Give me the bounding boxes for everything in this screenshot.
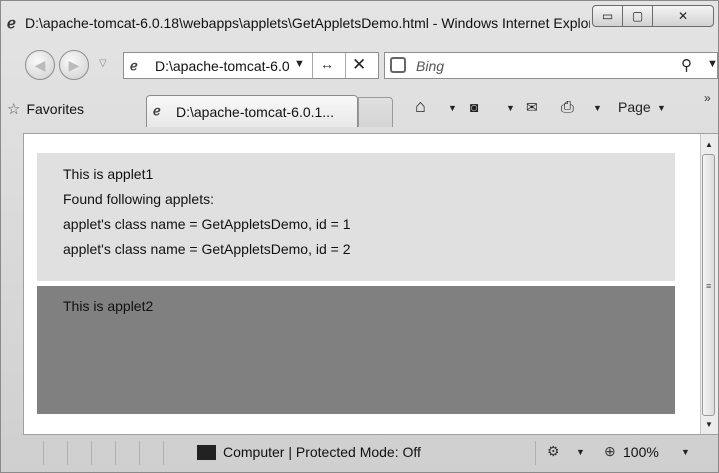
computer-zone-icon xyxy=(197,445,216,460)
recent-pages-dropdown[interactable]: ▽ xyxy=(99,58,107,69)
page-menu-button[interactable]: Page xyxy=(618,99,651,115)
forward-arrow-icon: ▶ xyxy=(68,56,80,73)
print-dropdown-icon[interactable]: ▼ xyxy=(593,103,602,113)
search-options-icon[interactable]: ▼ xyxy=(707,58,718,70)
feeds-dropdown-icon[interactable]: ▼ xyxy=(506,103,515,113)
toolbar-overflow-icon[interactable]: » xyxy=(704,91,711,105)
applet1-line: applet's class name = GetAppletsDemo, id… xyxy=(63,216,351,232)
home-dropdown-icon[interactable]: ▼ xyxy=(448,103,457,113)
ie-logo-icon: ℯ xyxy=(7,15,16,32)
status-bar: Computer | Protected Mode: Off ⚙ ▼ ⊕ 100… xyxy=(1,437,718,472)
feeds-icon[interactable]: ◙ xyxy=(470,99,478,115)
scrollbar-thumb[interactable]: ≡ xyxy=(702,154,715,416)
address-bar[interactable]: ℯ D:\apache-tomcat-6.0.18\webapps\applet… xyxy=(123,52,379,79)
address-divider xyxy=(312,53,313,78)
stop-icon[interactable]: ✕ xyxy=(352,55,366,75)
page-content: This is applet1 Found following applets:… xyxy=(23,133,718,435)
status-divider xyxy=(67,441,68,465)
close-icon: ✕ xyxy=(677,9,689,23)
favorites-label: Favorites xyxy=(26,101,85,117)
page-dropdown-icon[interactable]: ▼ xyxy=(657,103,666,113)
home-icon[interactable]: ⌂ xyxy=(415,96,426,117)
refresh-icon[interactable]: ↔ xyxy=(320,56,334,72)
applet1-line: This is applet1 xyxy=(63,166,154,182)
status-divider xyxy=(43,441,44,465)
zoom-level[interactable]: 100% xyxy=(623,444,659,460)
minimize-button[interactable]: ▭ xyxy=(592,5,623,27)
security-zone-text[interactable]: Computer | Protected Mode: Off xyxy=(223,444,421,460)
status-divider xyxy=(115,441,116,465)
address-input[interactable]: D:\apache-tomcat-6.0.18\webapps\applets\… xyxy=(155,58,289,74)
favorites-button[interactable]: ☆ Favorites xyxy=(7,98,84,120)
scrollbar-grip-icon: ≡ xyxy=(706,281,712,291)
new-tab-button[interactable] xyxy=(358,97,393,127)
search-icon[interactable]: ⚲ xyxy=(681,56,692,74)
address-divider xyxy=(345,53,346,78)
back-arrow-icon: ◀ xyxy=(34,56,46,73)
address-bar-row: ◀ ▶ ▽ ℯ D:\apache-tomcat-6.0.18\webapps\… xyxy=(1,45,718,85)
title-bar: ℯ D:\apache-tomcat-6.0.18\webapps\applet… xyxy=(1,1,718,41)
page-icon: ℯ xyxy=(130,58,138,73)
maximize-button[interactable]: ▢ xyxy=(622,5,653,27)
tab-title: D:\apache-tomcat-6.0.1... xyxy=(176,104,334,120)
browser-window: ℯ D:\apache-tomcat-6.0.18\webapps\applet… xyxy=(0,0,719,473)
tab-active[interactable]: ℯ D:\apache-tomcat-6.0.1... xyxy=(146,95,358,127)
address-dropdown-icon[interactable]: ▼ xyxy=(294,58,305,70)
window-title: D:\apache-tomcat-6.0.18\webapps\applets\… xyxy=(25,15,590,31)
forward-button[interactable]: ▶ xyxy=(59,50,89,80)
zoom-icon[interactable]: ⊕ xyxy=(604,443,616,460)
mail-icon[interactable]: ✉ xyxy=(526,99,538,116)
zoom-dropdown-icon[interactable]: ▼ xyxy=(681,447,690,457)
search-input[interactable]: Bing xyxy=(416,58,444,74)
tab-page-icon: ℯ xyxy=(153,103,161,118)
applet1-panel: This is applet1 Found following applets:… xyxy=(37,153,675,281)
back-button[interactable]: ◀ xyxy=(25,50,55,80)
command-bar: ☆ Favorites ℯ D:\apache-tomcat-6.0.1... … xyxy=(1,91,718,127)
status-divider xyxy=(163,441,164,465)
status-divider xyxy=(139,441,140,465)
bing-icon xyxy=(390,57,406,73)
status-divider xyxy=(535,441,536,465)
minimize-icon: ▭ xyxy=(601,9,614,23)
scroll-down-arrow-icon[interactable]: ▼ xyxy=(705,420,713,429)
addons-icon[interactable]: ⚙ xyxy=(547,443,560,460)
address-clip: D:\apache-tomcat-6.0.18\webapps\applets\… xyxy=(155,53,289,78)
search-box[interactable]: Bing ⚲ ▼ xyxy=(384,52,718,79)
applet2-text: This is applet2 xyxy=(63,298,154,314)
status-divider xyxy=(91,441,92,465)
favorites-star-icon: ☆ xyxy=(7,101,21,118)
applet1-line: Found following applets: xyxy=(63,191,214,207)
print-icon[interactable]: ⎙ xyxy=(561,99,574,117)
maximize-icon: ▢ xyxy=(631,9,644,23)
scroll-up-arrow-icon[interactable]: ▲ xyxy=(705,140,713,149)
applet2-panel: This is applet2 xyxy=(37,286,675,414)
vertical-scrollbar[interactable]: ▲ ≡ ▼ xyxy=(700,134,718,434)
close-button[interactable]: ✕ xyxy=(652,5,714,27)
addons-dropdown-icon[interactable]: ▼ xyxy=(576,447,585,457)
applet1-line: applet's class name = GetAppletsDemo, id… xyxy=(63,241,351,257)
